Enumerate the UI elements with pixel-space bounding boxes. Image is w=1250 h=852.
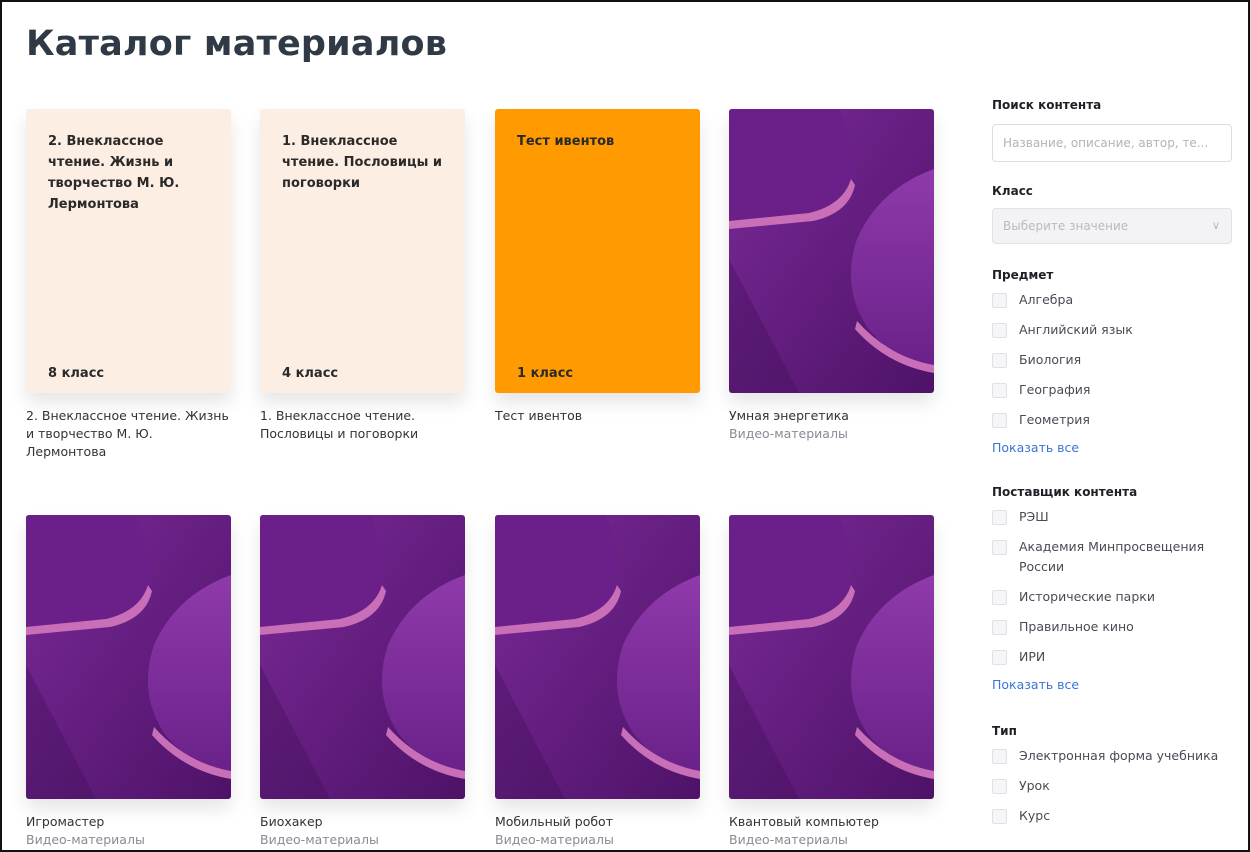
card-title[interactable]: 2. Внеклассное чтение. Жизнь и творчеств… [26, 407, 231, 461]
material-card[interactable]: Умная энергетика Видео-материалы [729, 109, 934, 443]
card-cover[interactable]: Тест ивентов 1 класс [495, 109, 700, 393]
grade-label: Класс [992, 184, 1033, 198]
checkbox[interactable] [992, 620, 1007, 635]
cover-title: 1. Внеклассное чтение. Пословицы и погов… [282, 134, 442, 191]
search-input[interactable] [992, 124, 1232, 162]
subject-option[interactable]: Английский язык [992, 320, 1242, 340]
card-subtitle: Видео-материалы [260, 832, 379, 847]
page-title: Каталог материалов [26, 24, 448, 64]
option-label: Исторические парки [1019, 589, 1155, 604]
provider-label: Поставщик контента [992, 485, 1138, 499]
subject-option[interactable]: География [992, 380, 1242, 400]
material-card[interactable]: Тест ивентов 1 класс Тест ивентов [495, 109, 700, 425]
cover-pattern-icon [495, 515, 700, 799]
card-title[interactable]: 1. Внеклассное чтение. Пословицы и погов… [260, 407, 465, 443]
checkbox[interactable] [992, 650, 1007, 665]
card-subtitle: Видео-материалы [26, 832, 145, 847]
provider-option[interactable]: Правильное кино [992, 617, 1242, 637]
checkbox[interactable] [992, 353, 1007, 368]
card-cover-art[interactable] [729, 515, 934, 799]
option-label: Биология [1019, 352, 1082, 367]
cover-pattern-icon [260, 515, 465, 799]
search-label: Поиск контента [992, 98, 1102, 112]
grade-select[interactable]: Выберите значение ∨ [992, 208, 1232, 244]
type-label: Тип [992, 724, 1017, 738]
cover-grade: 1 класс [517, 366, 574, 381]
material-card[interactable]: 1. Внеклассное чтение. Пословицы и погов… [260, 109, 465, 443]
option-label: Правильное кино [1019, 619, 1134, 634]
card-cover-art[interactable] [26, 515, 231, 799]
cover-pattern-icon [729, 515, 934, 799]
material-card[interactable]: Игромастер Видео-материалы [26, 515, 231, 849]
option-label: Курс [1019, 808, 1051, 823]
card-title[interactable]: Игромастер [26, 813, 231, 831]
checkbox[interactable] [992, 323, 1007, 338]
subject-show-all-link[interactable]: Показать все [992, 440, 1079, 455]
filters-sidebar: Поиск контента Класс Выберите значение ∨… [992, 98, 1242, 826]
type-option[interactable]: Курс [992, 806, 1242, 826]
chevron-down-icon: ∨ [1211, 219, 1220, 232]
card-cover[interactable]: 1. Внеклассное чтение. Пословицы и погов… [260, 109, 465, 393]
option-label: География [1019, 382, 1091, 397]
checkbox[interactable] [992, 590, 1007, 605]
cover-title: 2. Внеклассное чтение. Жизнь и творчеств… [48, 134, 180, 212]
option-label: ИРИ [1019, 649, 1046, 664]
card-subtitle: Видео-материалы [729, 832, 848, 847]
subject-option[interactable]: Биология [992, 350, 1242, 370]
option-label: РЭШ [1019, 509, 1049, 524]
provider-option[interactable]: Академия Минпросвещения России [992, 537, 1242, 577]
card-subtitle: Видео-материалы [495, 832, 614, 847]
cover-grade: 4 класс [282, 366, 339, 381]
cover-grade: 8 класс [48, 366, 105, 381]
option-label: Академия Минпросвещения России [1019, 539, 1205, 574]
option-label: Электронная форма учебника [1019, 748, 1219, 763]
checkbox[interactable] [992, 413, 1007, 428]
cover-pattern-icon [26, 515, 231, 799]
card-cover-art[interactable] [729, 109, 934, 393]
card-title[interactable]: Тест ивентов [495, 407, 700, 425]
type-option[interactable]: Электронная форма учебника [992, 746, 1242, 766]
provider-option[interactable]: ИРИ [992, 647, 1242, 667]
card-title[interactable]: Квантовый компьютер [729, 813, 934, 831]
checkbox[interactable] [992, 510, 1007, 525]
option-label: Алгебра [1019, 292, 1074, 307]
material-card[interactable]: Мобильный робот Видео-материалы [495, 515, 700, 849]
card-title[interactable]: Умная энергетика [729, 407, 934, 425]
card-cover[interactable]: 2. Внеклассное чтение. Жизнь и творчеств… [26, 109, 231, 393]
material-card[interactable]: 2. Внеклассное чтение. Жизнь и творчеств… [26, 109, 231, 461]
checkbox[interactable] [992, 779, 1007, 794]
type-option[interactable]: Урок [992, 776, 1242, 796]
provider-option[interactable]: РЭШ [992, 507, 1242, 527]
option-label: Геометрия [1019, 412, 1090, 427]
grade-select-value: Выберите значение [1003, 219, 1129, 233]
cover-pattern-icon [729, 109, 934, 393]
subject-option[interactable]: Алгебра [992, 290, 1242, 310]
card-subtitle: Видео-материалы [729, 426, 848, 441]
card-cover-art[interactable] [260, 515, 465, 799]
card-title[interactable]: Мобильный робот [495, 813, 700, 831]
checkbox[interactable] [992, 540, 1007, 555]
card-cover-art[interactable] [495, 515, 700, 799]
option-label: Английский язык [1019, 322, 1133, 337]
checkbox[interactable] [992, 383, 1007, 398]
material-card[interactable]: Биохакер Видео-материалы [260, 515, 465, 849]
provider-option[interactable]: Исторические парки [992, 587, 1242, 607]
option-label: Урок [1019, 778, 1050, 793]
catalog-page: Каталог материалов 2. Внеклассное чтение… [0, 0, 1250, 852]
checkbox[interactable] [992, 293, 1007, 308]
provider-show-all-link[interactable]: Показать все [992, 677, 1079, 692]
material-card[interactable]: Квантовый компьютер Видео-материалы [729, 515, 934, 849]
cover-title: Тест ивентов [517, 134, 615, 149]
subject-option[interactable]: Геометрия [992, 410, 1242, 430]
checkbox[interactable] [992, 809, 1007, 824]
card-title[interactable]: Биохакер [260, 813, 465, 831]
checkbox[interactable] [992, 749, 1007, 764]
subject-label: Предмет [992, 268, 1054, 282]
